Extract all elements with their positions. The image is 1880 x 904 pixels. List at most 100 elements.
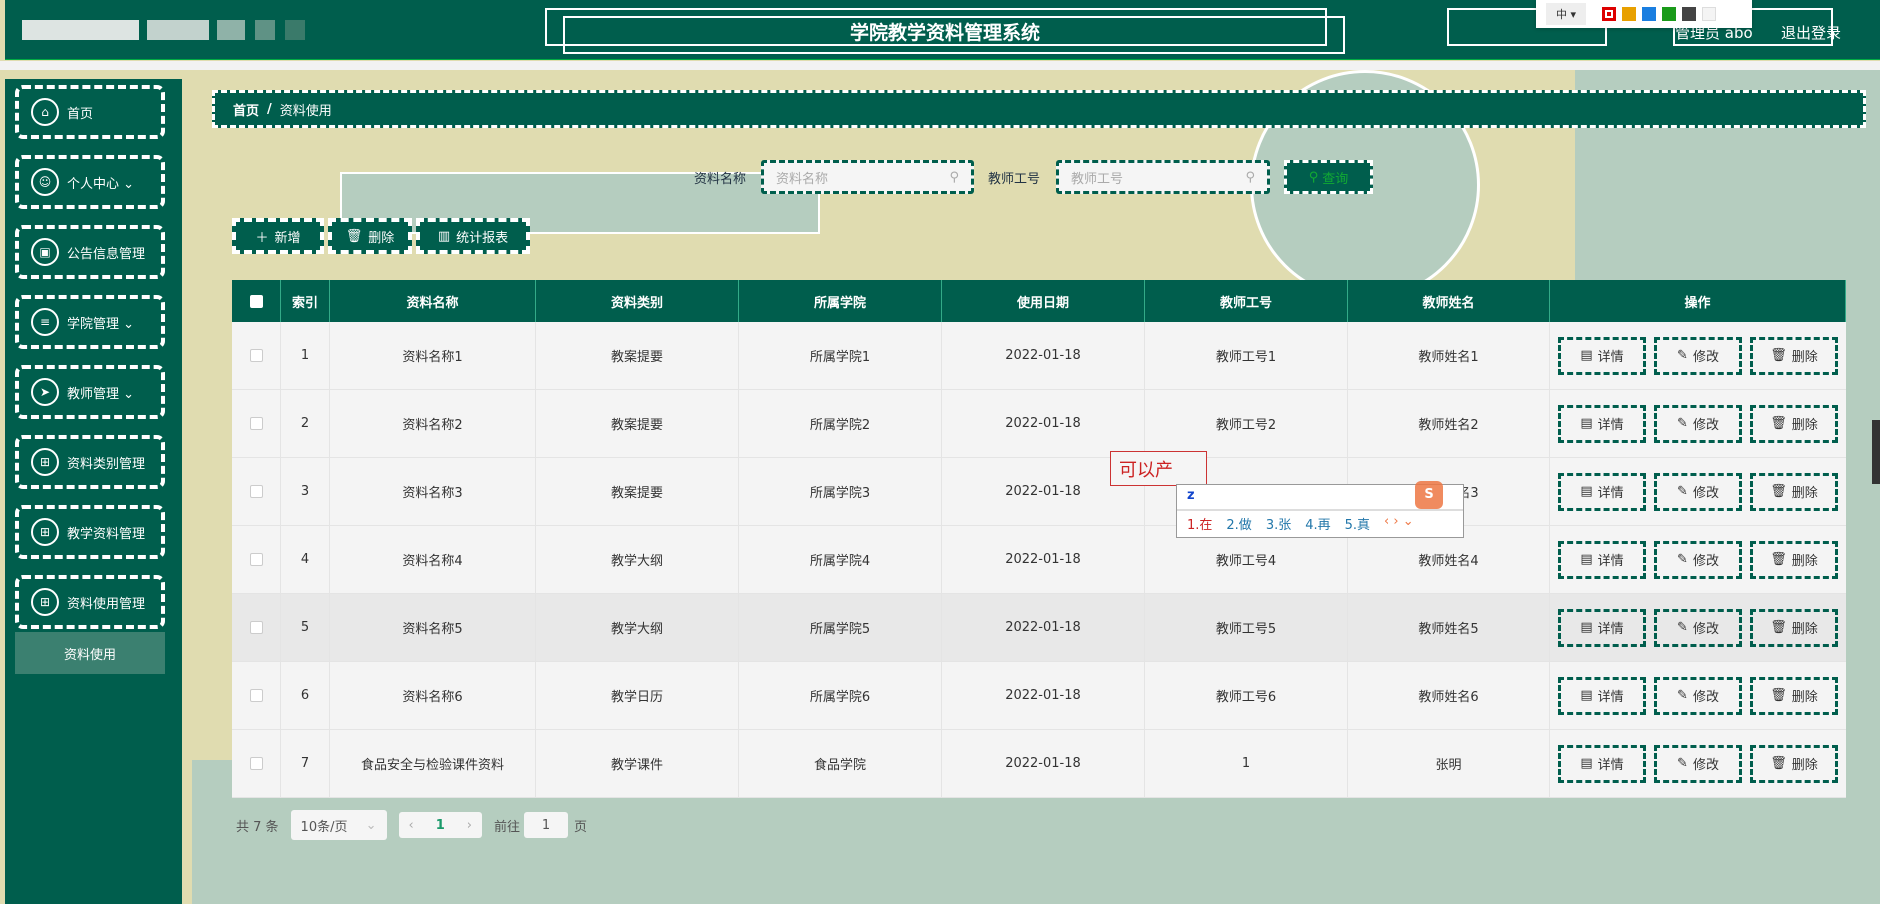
cell-actions: ▤ 详情 ✎ 修改 🗑 删除 xyxy=(1550,322,1846,389)
column-header[interactable]: 所属学院 xyxy=(739,280,942,322)
search-button[interactable]: ⚲ 查询 xyxy=(1284,160,1373,194)
sidebar-item-personal-center[interactable]: ☺ 个人中心 ⌄ xyxy=(15,155,165,209)
teacher-no-input[interactable]: 教师工号 ⚲ xyxy=(1056,160,1270,194)
detail-button[interactable]: ▤ 详情 xyxy=(1558,336,1646,375)
row-delete-button[interactable]: 🗑 删除 xyxy=(1750,336,1838,375)
row-checkbox[interactable] xyxy=(232,662,281,729)
detail-button[interactable]: ▤ 详情 xyxy=(1558,608,1646,647)
edit-button[interactable]: ✎ 修改 xyxy=(1654,404,1742,443)
material-name-label: 资料名称 xyxy=(694,172,747,187)
current-page[interactable]: 1 xyxy=(436,818,445,833)
trash-icon: 🗑 xyxy=(1770,620,1787,635)
document-icon: ▤ xyxy=(1580,348,1593,363)
breadcrumb-home[interactable]: 首页 xyxy=(233,100,259,119)
scrollbar-thumb[interactable] xyxy=(1872,420,1880,484)
edit-button[interactable]: ✎ 修改 xyxy=(1654,472,1742,511)
ime-candidate[interactable]: 5.真 xyxy=(1345,514,1370,533)
sidebar-item-college[interactable]: ≡ 学院管理 ⌄ xyxy=(15,295,165,349)
column-header[interactable]: 资料类别 xyxy=(536,280,739,322)
add-button[interactable]: ＋ 新增 xyxy=(232,218,324,254)
column-header[interactable]: 索引 xyxy=(281,280,330,322)
color-swatch-red[interactable] xyxy=(1602,7,1617,21)
row-delete-button[interactable]: 🗑 删除 xyxy=(1750,540,1838,579)
column-header[interactable]: 教师姓名 xyxy=(1348,280,1550,322)
row-checkbox[interactable] xyxy=(232,458,281,525)
trash-icon: 🗑 xyxy=(1770,484,1787,499)
detail-button[interactable]: ▤ 详情 xyxy=(1558,540,1646,579)
page-suffix: 页 xyxy=(574,819,588,835)
sidebar-item-label: 教学资料管理 xyxy=(67,526,146,542)
detail-button[interactable]: ▤ 详情 xyxy=(1558,404,1646,443)
prev-page-icon[interactable]: ‹ xyxy=(409,818,414,833)
delete-button[interactable]: 🗑 删除 xyxy=(328,218,412,254)
row-delete-button[interactable]: 🗑 删除 xyxy=(1750,744,1838,783)
pagination: 共 7 条 10条/页 ⌄ ‹ 1 › 前往 1 页 xyxy=(236,810,587,840)
cell-index: 4 xyxy=(281,526,330,593)
column-header[interactable]: 资料名称 xyxy=(330,280,536,322)
sidebar-item-home[interactable]: ⌂ 首页 xyxy=(15,85,165,139)
select-all-checkbox[interactable] xyxy=(232,280,281,322)
trash-icon: 🗑 xyxy=(1770,688,1787,703)
sidebar-item-material-categories[interactable]: ⊞ 资料类别管理 xyxy=(15,435,165,489)
material-name-input[interactable]: 资料名称 ⚲ xyxy=(761,160,974,194)
color-swatch-green[interactable] xyxy=(1662,7,1677,21)
column-header[interactable]: 使用日期 xyxy=(942,280,1145,322)
column-header[interactable]: 操作 xyxy=(1550,280,1846,322)
detail-button[interactable]: ▤ 详情 xyxy=(1558,744,1646,783)
page-size-value: 10条/页 xyxy=(300,819,348,835)
ime-candidate[interactable]: 2.做 xyxy=(1226,514,1251,533)
ime-next-icon[interactable]: ‹ › ⌄ xyxy=(1384,514,1414,533)
edit-button[interactable]: ✎ 修改 xyxy=(1654,744,1742,783)
document-icon: ▤ xyxy=(1580,688,1593,703)
search-icon: ⚲ xyxy=(949,169,959,185)
column-header[interactable]: 教师工号 xyxy=(1145,280,1348,322)
edit-button[interactable]: ✎ 修改 xyxy=(1654,608,1742,647)
row-delete-button[interactable]: 🗑 删除 xyxy=(1750,676,1838,715)
sidebar-item-material-usage[interactable]: ⊞ 资料使用管理 xyxy=(15,575,165,629)
pencil-icon: ✎ xyxy=(1677,620,1688,635)
row-checkbox[interactable] xyxy=(232,390,281,457)
color-swatch-dark[interactable] xyxy=(1682,7,1697,21)
cell-teacher-name: 教师姓名2 xyxy=(1348,390,1550,457)
color-swatch-orange[interactable] xyxy=(1622,7,1637,21)
detail-button[interactable]: ▤ 详情 xyxy=(1558,472,1646,511)
cell-material-name: 资料名称5 xyxy=(330,594,536,661)
row-delete-button[interactable]: 🗑 删除 xyxy=(1750,404,1838,443)
color-swatch-white[interactable] xyxy=(1702,7,1717,21)
sidebar-item-teachers[interactable]: ➤ 教师管理 ⌄ xyxy=(15,365,165,419)
report-button[interactable]: ▥ 统计报表 xyxy=(416,218,530,254)
row-delete-button[interactable]: 🗑 删除 xyxy=(1750,472,1838,511)
detail-button[interactable]: ▤ 详情 xyxy=(1558,676,1646,715)
next-page-icon[interactable]: › xyxy=(467,818,472,833)
cell-index: 6 xyxy=(281,662,330,729)
sidebar-item-announcements[interactable]: ▣ 公告信息管理 xyxy=(15,225,165,279)
ime-candidate[interactable]: 3.张 xyxy=(1266,514,1291,533)
edit-button[interactable]: ✎ 修改 xyxy=(1654,676,1742,715)
sidebar-subitem-material-usage[interactable]: 资料使用 xyxy=(15,632,165,674)
cell-teacher-name: 教师姓名1 xyxy=(1348,322,1550,389)
row-checkbox[interactable] xyxy=(232,322,281,389)
sidebar-item-label: 教师管理 ⌄ xyxy=(67,386,135,402)
edit-button[interactable]: ✎ 修改 xyxy=(1654,540,1742,579)
edit-button[interactable]: ✎ 修改 xyxy=(1654,336,1742,375)
language-select[interactable]: 中 ▾ xyxy=(1546,3,1587,25)
delete-label: 删除 xyxy=(1791,554,1818,569)
document-icon: ▤ xyxy=(1580,484,1593,499)
edit-label: 修改 xyxy=(1692,690,1719,705)
logout-link[interactable]: 退出登录 xyxy=(1781,22,1841,43)
row-checkbox[interactable] xyxy=(232,526,281,593)
cell-teacher-no: 教师工号5 xyxy=(1145,594,1348,661)
goto-page-input[interactable]: 1 xyxy=(524,812,569,838)
sidebar-item-label: 学院管理 ⌄ xyxy=(67,316,135,332)
color-swatch-blue[interactable] xyxy=(1642,7,1657,21)
sidebar-item-teaching-materials[interactable]: ⊞ 教学资料管理 xyxy=(15,505,165,559)
row-checkbox[interactable] xyxy=(232,730,281,797)
chevron-down-icon: ⌄ xyxy=(365,817,377,833)
cell-teacher-name: 教师姓名5 xyxy=(1348,594,1550,661)
page-size-select[interactable]: 10条/页 ⌄ xyxy=(290,810,387,840)
row-checkbox[interactable] xyxy=(232,594,281,661)
row-delete-button[interactable]: 🗑 删除 xyxy=(1750,608,1838,647)
ime-candidate[interactable]: 1.在 xyxy=(1187,514,1212,533)
logo-block xyxy=(217,20,245,40)
ime-candidate[interactable]: 4.再 xyxy=(1305,514,1330,533)
